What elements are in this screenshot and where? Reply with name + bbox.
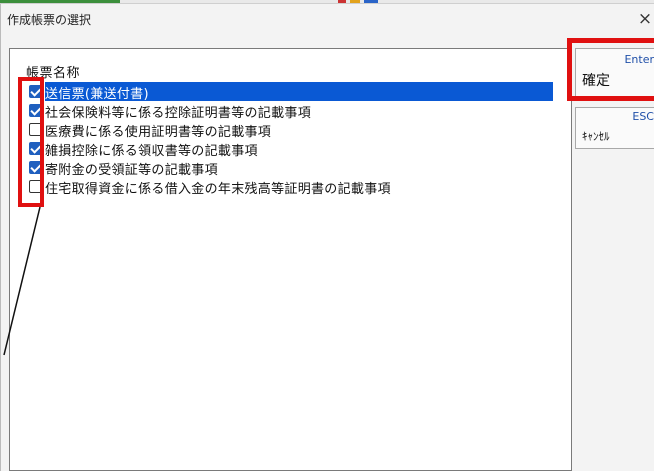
close-icon[interactable]: × bbox=[635, 6, 654, 32]
title-bar: 作成帳票の選択 × bbox=[1, 4, 654, 34]
checkbox-highlight-annotation bbox=[18, 77, 44, 207]
list-item[interactable]: 社会保険料等に係る控除証明書等の記載事項 bbox=[10, 101, 553, 121]
list-item[interactable]: 住宅取得資金に係る借入金の年末残高等証明書の記載事項 bbox=[10, 177, 553, 197]
list-item[interactable]: 送信票(兼送付書) bbox=[10, 82, 553, 102]
select-forms-dialog: 作成帳票の選択 × 帳票名称 送信票(兼送付書) 社会保険料等に係る控除証明書等… bbox=[0, 4, 654, 471]
confirm-highlight-annotation bbox=[567, 38, 654, 101]
list-item-label: 雑損控除に係る領収書等の記載事項 bbox=[45, 144, 258, 159]
esc-key-hint: ESC bbox=[632, 110, 654, 123]
list-item[interactable]: 雑損控除に係る領収書等の記載事項 bbox=[10, 139, 553, 159]
list-item-label: 社会保険料等に係る控除証明書等の記載事項 bbox=[45, 106, 312, 121]
list-item[interactable]: 寄附金の受領証等の記載事項 bbox=[10, 158, 553, 178]
list-item-label: 寄附金の受領証等の記載事項 bbox=[45, 163, 218, 178]
dialog-title: 作成帳票の選択 bbox=[7, 13, 92, 27]
list-item-label: 送信票(兼送付書) bbox=[45, 87, 149, 102]
form-list[interactable]: 帳票名称 送信票(兼送付書) 社会保険料等に係る控除証明書等の記載事項 医療費に… bbox=[9, 48, 572, 471]
cancel-label: ｷｬﾝｾﾙ bbox=[582, 130, 610, 143]
list-item[interactable]: 医療費に係る使用証明書等の記載事項 bbox=[10, 120, 553, 140]
list-item-label: 住宅取得資金に係る借入金の年末残高等証明書の記載事項 bbox=[45, 182, 391, 197]
list-item-label: 医療費に係る使用証明書等の記載事項 bbox=[45, 125, 272, 140]
cancel-button[interactable]: ESC ｷｬﾝｾﾙ bbox=[575, 107, 654, 149]
